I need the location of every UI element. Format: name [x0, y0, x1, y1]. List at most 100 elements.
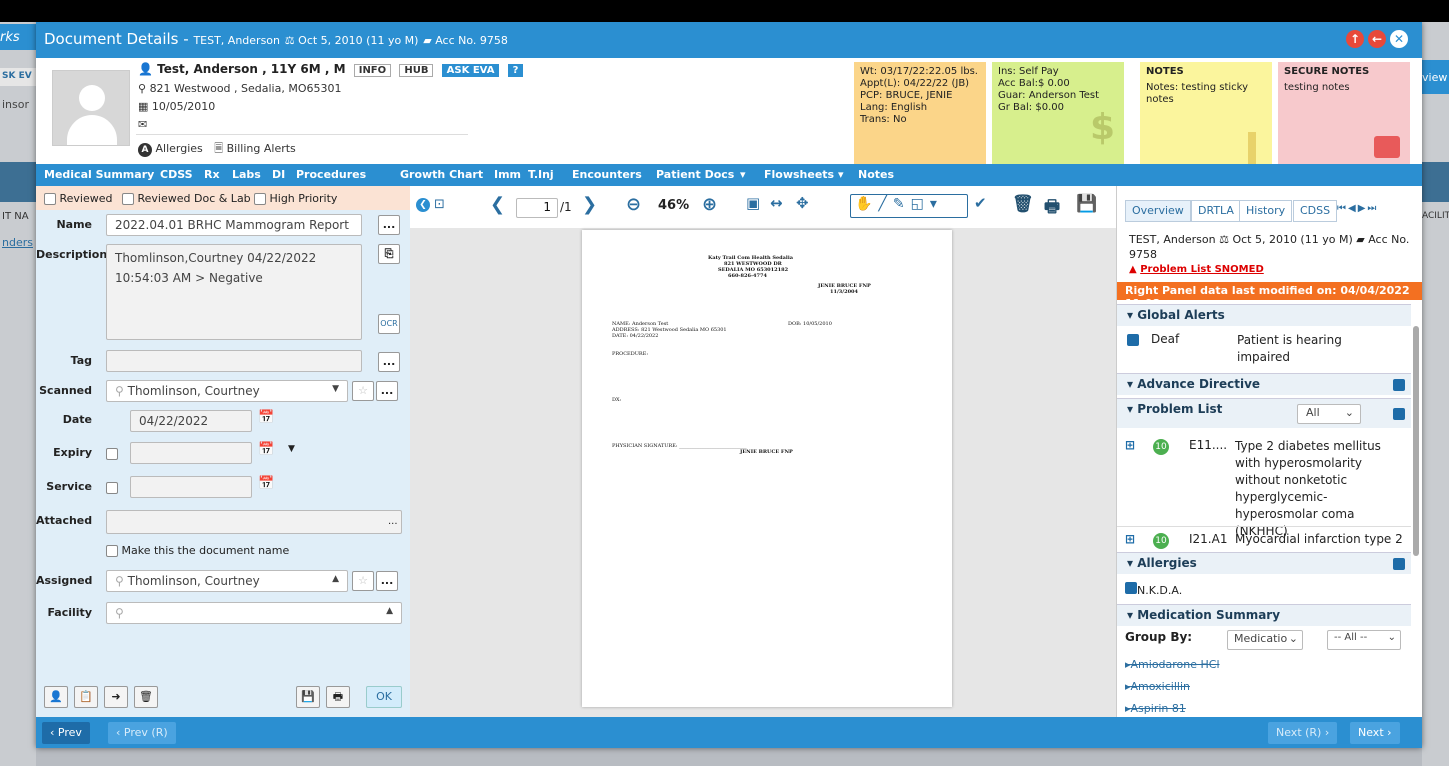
menu-labs[interactable]: Labs [232, 168, 261, 181]
menu-patient-docs[interactable]: Patient Docs [656, 168, 734, 181]
prev-page-icon[interactable]: ❮ [490, 194, 505, 215]
reviewed-checkbox[interactable] [44, 193, 56, 205]
help-button[interactable]: ? [507, 64, 524, 77]
attached-more-button[interactable]: ... [388, 516, 398, 527]
menu-encounters[interactable]: Encounters [572, 168, 642, 181]
scanned-more-button[interactable]: ... [376, 381, 398, 401]
group-by-select[interactable]: Medicatio ⌄ [1227, 630, 1303, 650]
service-input[interactable] [130, 476, 252, 498]
expand-right-icon[interactable]: ⊡ [434, 197, 445, 212]
tab-overview[interactable]: Overview [1125, 200, 1191, 222]
section-global-alerts[interactable]: ▾ Global Alerts [1117, 304, 1411, 326]
reviewed-doc-lab-checkbox[interactable] [122, 193, 134, 205]
menu-growth-chart[interactable]: Growth Chart [400, 168, 483, 181]
section-medication-summary[interactable]: ▾ Medication Summary [1117, 604, 1411, 626]
mail-icon[interactable]: ✉ [138, 118, 147, 131]
tab-drtla[interactable]: DRTLA [1191, 200, 1241, 222]
ok-button[interactable]: OK [366, 686, 402, 708]
menu-t-inj[interactable]: T.Inj [528, 168, 554, 181]
medication-filter-select[interactable]: -- All -- ⌄ [1327, 630, 1401, 650]
description-textarea[interactable]: Thomlinson,Courtney 04/22/2022 10:54:03 … [106, 244, 362, 340]
date-input[interactable]: 04/22/2022 [130, 410, 252, 432]
next-r-button[interactable]: Next (R) › [1268, 722, 1338, 744]
ocr-button[interactable]: OCR [378, 314, 400, 334]
expiry-checkbox[interactable] [106, 448, 118, 460]
next-page-icon[interactable]: ❯ [582, 194, 597, 215]
hub-button[interactable]: HUB [399, 64, 434, 77]
next-button[interactable]: Next › [1350, 722, 1400, 744]
ask-eva-button[interactable]: ASK EVA [441, 64, 500, 77]
print-icon[interactable]: 🖶 [326, 686, 350, 708]
tag-input[interactable] [106, 350, 362, 372]
trash-icon[interactable]: 🗑 [1012, 194, 1034, 214]
fit-width-icon[interactable]: ↔ [770, 194, 783, 212]
zoom-in-icon[interactable]: ⊕ [702, 194, 717, 215]
annotation-tools[interactable]: ✋╱✎◱▾ [850, 194, 968, 218]
trash-icon[interactable]: 🗑 [134, 686, 158, 708]
menu-rx[interactable]: Rx [204, 168, 220, 181]
up-arrow-icon[interactable]: ↑ [1346, 30, 1364, 48]
save-icon[interactable]: 💾 [296, 686, 320, 708]
section-allergies[interactable]: ▾ Allergies [1117, 552, 1411, 574]
insurance-box[interactable]: Ins: Self Pay Acc Bal:$ 0.00 Guar: Ander… [992, 62, 1124, 174]
insert-icon[interactable]: ⎘ [378, 244, 400, 264]
assigned-select[interactable]: ⚲ Thomlinson, Courtney ▲ [106, 570, 348, 592]
expand-icon[interactable]: ⊞ [1125, 438, 1135, 452]
section-advance-directive[interactable]: ▾ Advance Directive [1117, 373, 1411, 395]
problem-list-snomed-link[interactable]: Problem List SNOMED [1140, 264, 1264, 275]
service-checkbox[interactable] [106, 482, 118, 494]
user-clock-icon[interactable]: 👤 [44, 686, 68, 708]
facility-select[interactable]: ⚲ ▲ [106, 602, 402, 624]
chevron-down-icon[interactable]: ▼ [288, 444, 295, 454]
notes-box[interactable]: NOTES Notes: testing sticky notes [1140, 62, 1272, 174]
collapse-left-icon[interactable]: ❮ [416, 198, 430, 212]
fit-page-icon[interactable]: ▣ [746, 194, 760, 212]
back-arrow-icon[interactable]: ← [1368, 30, 1386, 48]
attached-input[interactable] [106, 510, 402, 534]
clipboard-icon[interactable]: 📋 [74, 686, 98, 708]
menu-cdss[interactable]: CDSS [160, 168, 193, 181]
calendar-icon[interactable]: 📅 [258, 410, 274, 425]
secure-notes-box[interactable]: SECURE NOTES testing notes [1278, 62, 1410, 174]
tab-history[interactable]: History [1239, 200, 1293, 222]
add-icon[interactable] [1393, 408, 1405, 423]
name-input[interactable]: 2022.04.01 BRHC Mammogram Report [106, 214, 362, 236]
menu-notes[interactable]: Notes [858, 168, 894, 181]
name-more-button[interactable]: ... [378, 215, 400, 235]
problem-filter-select[interactable]: All ⌄ [1297, 404, 1361, 424]
expand-icon[interactable]: ⊞ [1125, 532, 1135, 546]
expiry-input[interactable] [130, 442, 252, 464]
prev-r-button[interactable]: ‹ Prev (R) [108, 722, 176, 744]
save-icon[interactable]: 💾 [1076, 194, 1097, 214]
star-icon[interactable]: ☆ [352, 381, 374, 401]
menu-flowsheets[interactable]: Flowsheets [764, 168, 834, 181]
menu-medical-summary[interactable]: Medical Summary [44, 168, 154, 181]
calendar-icon[interactable]: 📅 [258, 476, 274, 491]
star-icon[interactable]: ☆ [352, 571, 374, 591]
page-number-input[interactable]: 1 [516, 198, 558, 218]
info-button[interactable]: INFO [353, 64, 392, 77]
add-icon[interactable] [1393, 379, 1405, 394]
close-icon[interactable]: ✕ [1390, 30, 1408, 48]
calendar-icon[interactable]: 📅 [258, 442, 274, 457]
assigned-more-button[interactable]: ... [376, 571, 398, 591]
scrollbar[interactable] [1413, 326, 1419, 556]
menu-imm[interactable]: Imm [494, 168, 521, 181]
section-problem-list[interactable]: ▾ Problem List [1117, 398, 1411, 428]
high-priority-checkbox[interactable] [254, 193, 266, 205]
print-icon[interactable]: 🖶 [1044, 194, 1060, 223]
add-icon[interactable] [1393, 558, 1405, 573]
tab-nav-arrows[interactable]: ⏮◀▶⏭ [1337, 203, 1378, 214]
menu-procedures[interactable]: Procedures [296, 168, 366, 181]
prev-button[interactable]: ‹ Prev [42, 722, 90, 744]
scanned-select[interactable]: ⚲ Thomlinson, Courtney ▼ [106, 380, 348, 402]
stamp-icon[interactable]: ✔ [974, 194, 987, 212]
pan-icon[interactable]: ✥ [796, 194, 809, 212]
make-doc-name-checkbox[interactable] [106, 545, 118, 557]
zoom-out-icon[interactable]: ⊖ [626, 194, 641, 215]
allergies-link[interactable]: Allergies [156, 142, 203, 155]
tab-cdss[interactable]: CDSS [1293, 200, 1338, 222]
billing-alerts-link[interactable]: Billing Alerts [227, 142, 296, 155]
tag-more-button[interactable]: ... [378, 352, 400, 372]
menu-di[interactable]: DI [272, 168, 285, 181]
